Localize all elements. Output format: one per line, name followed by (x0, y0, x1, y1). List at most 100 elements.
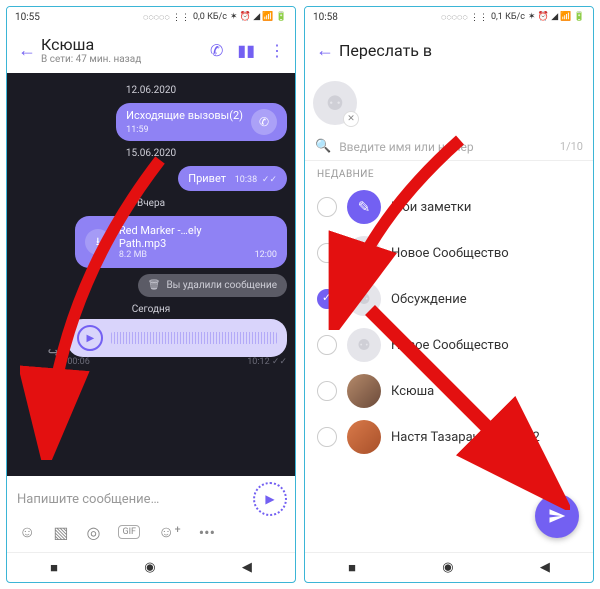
list-item[interactable]: ✎ Мои заметки (305, 184, 593, 230)
download-icon[interactable]: ⭳ (85, 229, 111, 255)
android-navbar: ■ ◉ ◀ (305, 552, 593, 582)
call-icon[interactable]: ✆ (210, 41, 223, 60)
file-size: 8.2 MB (119, 250, 247, 260)
chat-title: Ксюша (41, 35, 210, 54)
item-name: Мои заметки (391, 200, 471, 215)
date-chip: 15.06.2020 (126, 148, 176, 159)
chat-actions: ✆ ▮▮ ⋮ (210, 41, 289, 60)
item-name: Ксюша (391, 384, 434, 399)
checkbox-checked[interactable] (317, 289, 337, 309)
avatar (347, 420, 381, 454)
message-input[interactable]: Напишите сообщение… (15, 488, 253, 511)
more-icon[interactable]: ⋮ (269, 41, 285, 60)
group-icon: ⚉ (326, 91, 344, 115)
checkbox[interactable] (317, 427, 337, 447)
checkbox[interactable] (317, 243, 337, 263)
waveform (111, 332, 277, 344)
list-item[interactable]: Ксюша (305, 368, 593, 414)
status-bar: 10:58 ◌◌◌◌◌ ⋮⋮ 0,1 КБ/с ✶ ⏰ ◢ 📶 🔋 (305, 7, 593, 27)
gallery-icon[interactable]: ▧ (53, 523, 68, 542)
forward-body: ⚉ ✕ 🔍 Введите имя или номер 1/10 НЕДАВНИ… (305, 73, 593, 552)
mention-icon[interactable]: ☺⁺ (158, 522, 181, 542)
nav-home-icon[interactable]: ◉ (144, 560, 155, 575)
read-checks-icon: ✓✓ (262, 175, 277, 185)
file-bubble[interactable]: ⭳ Red Marker -…ely Path.mp3 8.2 MB 12:00 (75, 216, 287, 268)
item-name: Новое Сообщество (391, 246, 509, 261)
phone-icon: ✆ (251, 109, 277, 135)
deleted-bubble: 🗑 Вы удалили сообщение (138, 274, 287, 297)
outgoing-call-bubble[interactable]: Исходящие вызовы(2) 11:59 ✆ (116, 103, 287, 141)
chat-title-block[interactable]: Ксюша В сети: 47 мин. назад (41, 35, 210, 65)
group-icon: ⚉ (347, 236, 381, 270)
send-icon (548, 507, 566, 525)
nav-recent-icon[interactable]: ■ (50, 560, 58, 576)
send-button[interactable] (535, 494, 579, 538)
list-item[interactable]: ⚉ Новое Сообщество (305, 230, 593, 276)
more-tools-icon[interactable]: ••• (199, 523, 215, 542)
checkbox[interactable] (317, 381, 337, 401)
item-name: Настя Тазарачева Теле2 (391, 430, 540, 445)
deleted-text: Вы удалили сообщение (166, 280, 277, 291)
nav-home-icon[interactable]: ◉ (442, 560, 453, 575)
date-chip: Вчера (137, 198, 165, 209)
status-bar: 10:55 ◌◌◌◌◌ ⋮⋮ 0,0 КБ/с ✶ ⏰ ◢ 📶 🔋 (7, 7, 295, 27)
gif-icon[interactable]: GIF (118, 525, 140, 539)
status-icons: ◌◌◌◌◌ ⋮⋮ 0,1 КБ/с ✶ ⏰ ◢ 📶 🔋 (441, 12, 585, 23)
chat-screen: 10:55 ◌◌◌◌◌ ⋮⋮ 0,0 КБ/с ✶ ⏰ ◢ 📶 🔋 ← Ксюш… (6, 6, 296, 583)
call-time: 11:59 (126, 125, 148, 135)
back-icon[interactable]: ← (311, 40, 339, 61)
forward-title: Переслать в (339, 41, 587, 60)
voice-bubble[interactable]: ▶ (67, 319, 287, 357)
list-item[interactable]: ⚉ Обсуждение (305, 276, 593, 322)
voice-duration: 00:06 (67, 357, 89, 367)
voice-record-button[interactable]: ▶ (253, 482, 287, 516)
list-item[interactable]: ⚉ Новое Сообщество (305, 322, 593, 368)
checkbox[interactable] (317, 335, 337, 355)
status-icons: ◌◌◌◌◌ ⋮⋮ 0,0 КБ/с ✶ ⏰ ◢ 📶 🔋 (143, 12, 287, 23)
search-input[interactable]: Введите имя или номер (339, 140, 560, 154)
remove-selection-icon[interactable]: ✕ (343, 111, 359, 127)
chat-subtitle: В сети: 47 мин. назад (41, 54, 210, 65)
group-icon: ⚉ (347, 282, 381, 316)
section-header: НЕДАВНИЕ (305, 161, 593, 184)
status-time: 10:55 (15, 12, 40, 23)
video-icon[interactable]: ▮▮ (237, 41, 255, 60)
camera-icon[interactable]: ◎ (86, 523, 100, 542)
chat-body: 12.06.2020 Исходящие вызовы(2) 11:59 ✆ 1… (7, 73, 295, 476)
item-name: Обсуждение (391, 292, 467, 307)
sticker-icon[interactable]: ☺ (19, 522, 35, 542)
text-bubble[interactable]: Привет 10:38 ✓✓ (178, 166, 287, 191)
play-icon[interactable]: ▶ (77, 325, 103, 351)
nav-back-icon[interactable]: ◀ (540, 560, 550, 575)
call-label: Исходящие вызовы(2) (126, 109, 243, 122)
composer: Напишите сообщение… ▶ ☺ ▧ ◎ GIF ☺⁺ ••• (7, 476, 295, 552)
forward-screen: 10:58 ◌◌◌◌◌ ⋮⋮ 0,1 КБ/с ✶ ⏰ ◢ 📶 🔋 ← Пере… (304, 6, 594, 583)
android-navbar: ■ ◉ ◀ (7, 552, 295, 582)
selected-avatar[interactable]: ⚉ ✕ (313, 81, 357, 125)
chat-appbar: ← Ксюша В сети: 47 мин. назад ✆ ▮▮ ⋮ (7, 27, 295, 73)
selection-count: 1/10 (560, 140, 583, 153)
composer-tools: ☺ ▧ ◎ GIF ☺⁺ ••• (15, 522, 287, 546)
nav-recent-icon[interactable]: ■ (348, 560, 356, 576)
voice-row: ↪ ▶ 00:06 10:12 ✓✓ (48, 319, 287, 367)
date-chip: Сегодня (132, 304, 171, 315)
message-time: 10:38 (235, 175, 257, 185)
nav-back-icon[interactable]: ◀ (242, 560, 252, 575)
trash-icon: 🗑 (148, 280, 161, 291)
file-name: Red Marker -…ely Path.mp3 (119, 224, 247, 250)
file-time: 12:00 (255, 250, 277, 260)
selected-strip: ⚉ ✕ (305, 73, 593, 133)
group-icon: ⚉ (347, 328, 381, 362)
notes-icon: ✎ (347, 190, 381, 224)
list-item[interactable]: Настя Тазарачева Теле2 (305, 414, 593, 460)
date-chip: 12.06.2020 (126, 85, 176, 96)
avatar (347, 374, 381, 408)
search-row[interactable]: 🔍 Введите имя или номер 1/10 (305, 133, 593, 161)
share-icon[interactable]: ↪ (48, 345, 60, 367)
voice-time: 10:12 ✓✓ (247, 357, 287, 367)
search-icon: 🔍 (315, 139, 331, 154)
back-icon[interactable]: ← (13, 40, 41, 61)
status-time: 10:58 (313, 12, 338, 23)
checkbox[interactable] (317, 197, 337, 217)
forward-appbar: ← Переслать в (305, 27, 593, 73)
